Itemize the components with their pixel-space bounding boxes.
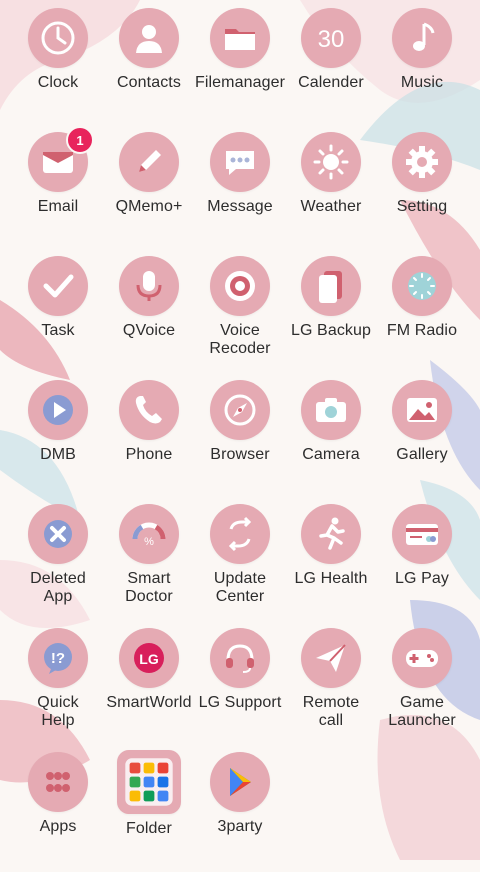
folder-icon: [210, 8, 270, 68]
headset-icon: [210, 628, 270, 688]
app-smart-doctor[interactable]: % Smart Doctor: [101, 504, 197, 624]
app-label: LG Pay: [395, 570, 449, 587]
icon-text: LG: [139, 651, 159, 667]
gauge-icon: %: [119, 504, 179, 564]
record-icon: [210, 256, 270, 316]
app-label: Music: [400, 74, 444, 91]
clock-icon: [28, 8, 88, 68]
app-email[interactable]: 1 Email: [10, 126, 106, 252]
app-grid: Clock Contacts Filemanager 30 Calender Music 1…: [0, 0, 480, 860]
radio-icon: [392, 256, 452, 316]
app-3party[interactable]: 3party: [192, 752, 288, 872]
gear-icon: [392, 132, 452, 192]
compass-icon: [210, 380, 270, 440]
notification-badge: 1: [66, 126, 94, 154]
app-qmemo[interactable]: QMemo+: [101, 132, 197, 252]
app-calender[interactable]: 30 Calender: [283, 8, 379, 128]
app-browser[interactable]: Browser: [192, 380, 288, 500]
app-deleted-app[interactable]: Deleted App: [10, 504, 106, 624]
app-contacts[interactable]: Contacts: [101, 8, 197, 128]
credit-card-icon: [392, 504, 452, 564]
app-label: FM Radio: [386, 322, 458, 339]
app-label: 3party: [217, 818, 263, 835]
checkmark-icon: [28, 256, 88, 316]
app-weather[interactable]: Weather: [283, 132, 379, 252]
help-bubble-icon: !?: [28, 628, 88, 688]
icon-text: !?: [51, 650, 65, 667]
envelope-icon: 1: [28, 126, 94, 192]
icon-text: 30: [318, 26, 345, 53]
gamepad-icon: [392, 628, 452, 688]
camera-icon: [301, 380, 361, 440]
phone-icon: [119, 380, 179, 440]
chat-bubble-icon: [210, 132, 270, 192]
app-lg-support[interactable]: LG Support: [192, 628, 288, 748]
paper-plane-icon: [301, 628, 361, 688]
app-lg-pay[interactable]: LG Pay: [374, 504, 470, 624]
app-label: Setting: [396, 198, 448, 215]
app-filemanager[interactable]: Filemanager: [192, 8, 288, 128]
lg-logo-icon: LG: [119, 628, 179, 688]
app-music[interactable]: Music: [374, 8, 470, 128]
calendar-icon: 30: [301, 8, 361, 68]
play-store-icon: [210, 752, 270, 812]
svg-text:%: %: [144, 536, 154, 548]
microphone-icon: [119, 256, 179, 316]
app-qvoice[interactable]: QVoice: [101, 256, 197, 376]
pencil-icon: [119, 132, 179, 192]
app-phone[interactable]: Phone: [101, 380, 197, 500]
app-task[interactable]: Task: [10, 256, 106, 376]
app-voice-recoder[interactable]: Voice Recoder: [192, 256, 288, 376]
app-message[interactable]: Message: [192, 132, 288, 252]
contacts-icon: [119, 8, 179, 68]
play-icon: [28, 380, 88, 440]
app-dmb[interactable]: DMB: [10, 380, 106, 500]
app-label: Gallery: [396, 446, 448, 463]
app-folder-icon: [117, 750, 181, 814]
app-gallery[interactable]: Gallery: [374, 380, 470, 500]
app-update-center[interactable]: Update Center: [192, 504, 288, 624]
app-setting[interactable]: Setting: [374, 132, 470, 252]
sun-icon: [301, 132, 361, 192]
image-icon: [392, 380, 452, 440]
delete-x-icon: [28, 504, 88, 564]
refresh-icon: [210, 504, 270, 564]
app-apps[interactable]: Apps: [10, 752, 106, 872]
app-fm-radio[interactable]: FM Radio: [374, 256, 470, 376]
app-clock[interactable]: Clock: [10, 8, 106, 128]
app-smartworld[interactable]: LG SmartWorld: [101, 628, 197, 748]
music-note-icon: [392, 8, 452, 68]
apps-dots-icon: [28, 752, 88, 812]
backup-icon: [301, 256, 361, 316]
app-game-launcher[interactable]: Game Launcher: [374, 628, 470, 748]
app-quick-help[interactable]: !? Quick Help: [10, 628, 106, 748]
app-label: Game Launcher: [388, 694, 456, 729]
running-icon: [301, 504, 361, 564]
app-camera[interactable]: Camera: [283, 380, 379, 500]
app-lg-health[interactable]: LG Health: [283, 504, 379, 624]
app-remote-call[interactable]: Remote call: [283, 628, 379, 748]
app-folder[interactable]: Folder: [101, 750, 197, 872]
app-lg-backup[interactable]: LG Backup: [283, 256, 379, 376]
